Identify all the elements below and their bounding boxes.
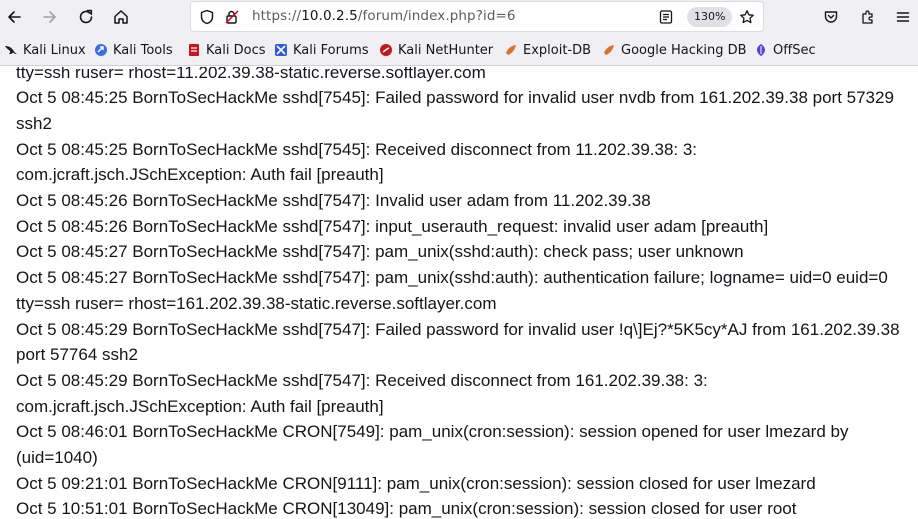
bookmark-offsec[interactable]: OffSec <box>754 41 816 59</box>
bookmark-google-hacking-db[interactable]: Google Hacking DB <box>602 41 747 59</box>
reload-button[interactable] <box>72 3 100 31</box>
log-line: Oct 5 08:45:29 BornToSecHackMe sshd[7547… <box>16 370 713 416</box>
url-scheme: https:// <box>252 8 302 24</box>
kali-dragon-icon <box>5 46 17 55</box>
log-line: Oct 5 08:46:01 BornToSecHackMe CRON[7549… <box>16 422 854 468</box>
log-line: Oct 5 08:45:27 BornToSecHackMe sshd[7547… <box>16 242 744 262</box>
puzzle-extensions-icon <box>862 10 873 24</box>
bookmark-label: Kali NetHunter <box>398 42 494 58</box>
ghdb-icon <box>604 45 614 55</box>
url-text[interactable]: https://10.0.2.5/forum/index.php?id=6 <box>252 8 516 24</box>
bookmark-label: Kali Tools <box>113 42 173 58</box>
back-arrow-icon <box>8 11 21 23</box>
bookmark-label: Kali Docs <box>206 42 266 58</box>
kali-docs-icon <box>189 44 199 56</box>
url-bar[interactable]: https://10.0.2.5/forum/index.php?id=6 13… <box>190 1 764 32</box>
page-content: tty=ssh ruser= rhost=11.202.39.38-static… <box>0 67 918 519</box>
bookmark-label: OffSec <box>773 42 816 58</box>
log-line: Oct 5 08:45:25 BornToSecHackMe sshd[7545… <box>16 139 702 185</box>
bookmark-label: Kali Linux <box>23 42 86 58</box>
log-line: Oct 5 08:45:25 BornToSecHackMe sshd[7545… <box>16 88 899 133</box>
extensions-button[interactable] <box>854 3 882 31</box>
log-line: Oct 5 08:45:26 BornToSecHackMe sshd[7547… <box>16 216 769 236</box>
bookmark-label: Google Hacking DB <box>621 42 747 58</box>
reload-icon <box>79 9 93 24</box>
kali-tools-icon <box>95 44 107 56</box>
exploit-db-icon <box>506 45 516 55</box>
auth-log: tty=ssh ruser= rhost=11.202.39.38-static… <box>16 67 908 519</box>
offsec-icon <box>757 44 765 56</box>
pocket-icon <box>824 11 838 23</box>
bookmark-label: Kali Forums <box>293 42 369 58</box>
bookmark-kali-linux[interactable]: Kali Linux <box>4 41 86 59</box>
log-line: Oct 5 08:45:26 BornToSecHackMe sshd[7547… <box>16 191 651 211</box>
browser-toolbar: https://10.0.2.5/forum/index.php?id=6 13… <box>0 0 918 33</box>
kali-nethunter-icon <box>380 44 392 56</box>
bookmark-kali-docs[interactable]: Kali Docs <box>187 41 266 59</box>
log-line: tty=ssh ruser= rhost=11.202.39.38-static… <box>16 67 486 82</box>
home-button[interactable] <box>107 3 135 31</box>
home-icon <box>114 10 128 24</box>
forward-arrow-icon <box>43 11 56 23</box>
kali-forums-icon <box>275 44 287 56</box>
insecure-lock-icon[interactable] <box>224 9 240 25</box>
app-menu-button[interactable] <box>889 3 917 31</box>
log-line: Oct 5 09:21:01 BornToSecHackMe CRON[9111… <box>16 473 816 493</box>
forward-button[interactable] <box>36 3 64 31</box>
bookmark-kali-nethunter[interactable]: Kali NetHunter <box>379 41 493 59</box>
bookmark-star-icon[interactable] <box>739 9 755 25</box>
bookmark-exploit-db[interactable]: Exploit-DB <box>504 41 591 59</box>
log-line: Oct 5 08:45:29 BornToSecHackMe sshd[7547… <box>16 319 905 365</box>
url-path: /forum/index.php?id=6 <box>357 8 516 24</box>
pocket-button[interactable] <box>817 3 845 31</box>
bookmark-kali-tools[interactable]: Kali Tools <box>94 41 173 59</box>
url-host: 10.0.2.5 <box>301 8 358 24</box>
hamburger-menu-icon <box>896 12 910 22</box>
bookmarks-toolbar: Kali Linux Kali Tools Kali Docs Kali For… <box>0 33 918 66</box>
log-line: Oct 5 08:45:27 BornToSecHackMe sshd[7547… <box>16 268 893 313</box>
zoom-level-badge[interactable]: 130% <box>687 7 733 27</box>
log-line: Oct 5 10:51:01 BornToSecHackMe CRON[1304… <box>16 499 797 519</box>
bookmark-label: Exploit-DB <box>523 42 592 58</box>
reader-view-icon[interactable] <box>658 9 674 25</box>
bookmark-kali-forums[interactable]: Kali Forums <box>274 41 369 59</box>
tracking-protection-shield-icon[interactable] <box>199 9 215 25</box>
back-button[interactable] <box>0 3 28 31</box>
